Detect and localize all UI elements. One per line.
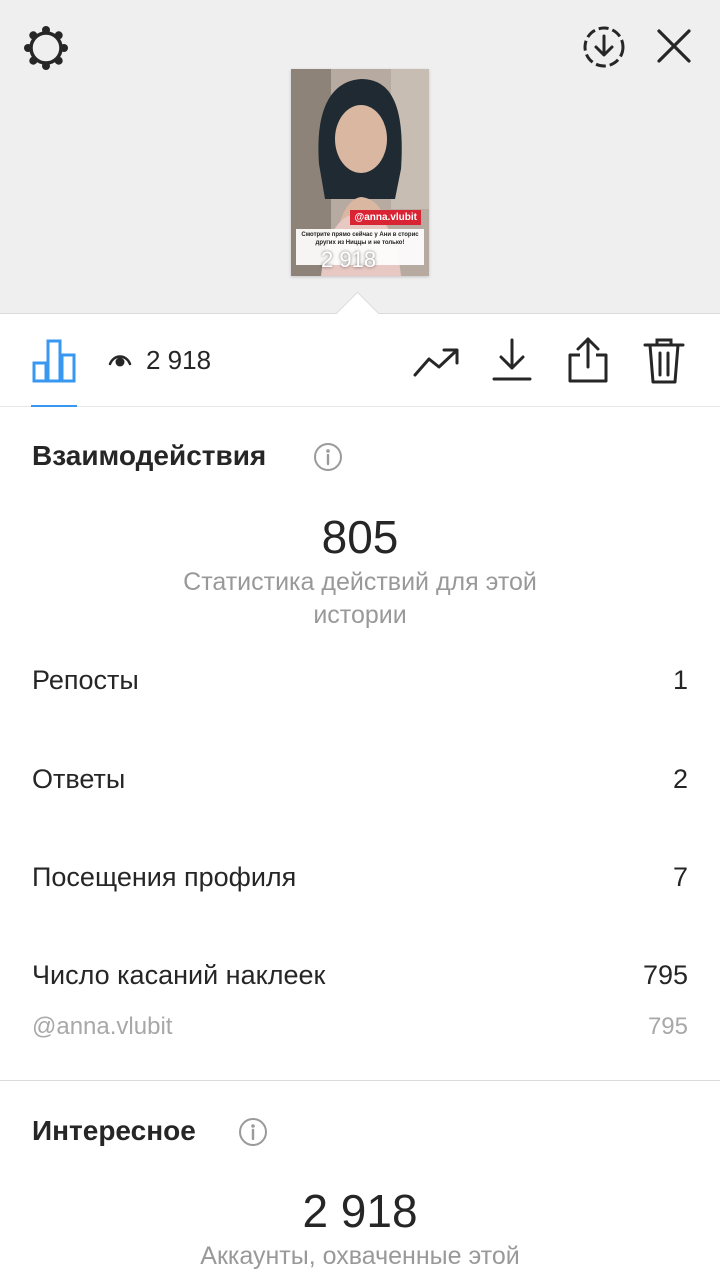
discovery-subtitle: Аккаунты, охваченные этой — [200, 1242, 520, 1270]
info-icon[interactable] — [313, 442, 343, 472]
discovery-total: 2 918 — [302, 1185, 418, 1237]
story-toolbar: 2 918 — [0, 313, 720, 407]
sticker-mention-tag: @anna.vlubit — [350, 210, 421, 225]
stat-label: Репосты — [32, 665, 139, 695]
stat-value: 2 — [672, 764, 688, 794]
trending-icon[interactable] — [412, 345, 460, 379]
download-circle-icon[interactable] — [581, 24, 627, 70]
share-icon[interactable] — [566, 335, 610, 385]
section-divider — [0, 1080, 720, 1081]
interactions-total: 805 — [321, 511, 399, 563]
settings-gear-icon[interactable] — [22, 24, 70, 72]
stat-value: 1 — [672, 665, 688, 695]
stat-label: Ответы — [32, 764, 126, 794]
info-icon[interactable] — [238, 1117, 268, 1147]
eye-icon — [108, 355, 132, 367]
stat-label: @anna.vlubit — [32, 1013, 173, 1040]
views-count: 2 918 — [146, 344, 212, 375]
bar-chart-icon[interactable] — [31, 337, 77, 383]
story-preview-area: @anna.vlubit Смотрите прямо сейчас у Ани… — [0, 0, 720, 314]
trash-icon[interactable] — [642, 337, 686, 385]
stat-value: 795 — [647, 1013, 688, 1040]
thumbnail-views: 2 918 — [321, 247, 376, 273]
discovery-title: Интересное — [32, 1115, 196, 1146]
insights-tab-indicator — [31, 405, 77, 407]
stat-row-replies: Ответы 2 — [32, 764, 688, 795]
thumbnail-views-count: 2 918 — [321, 247, 377, 272]
close-icon[interactable] — [654, 26, 694, 66]
story-thumbnail[interactable]: @anna.vlubit Смотрите прямо сейчас у Ани… — [291, 69, 429, 276]
views-counter: 2 918 — [108, 343, 211, 377]
stat-row-reposts: Репосты 1 — [32, 665, 688, 696]
stat-row-profile-visits: Посещения профиля 7 — [32, 862, 688, 893]
download-icon[interactable] — [491, 337, 533, 383]
stat-row-sticker-detail: @anna.vlubit 795 — [32, 1013, 688, 1041]
stat-value: 795 — [642, 960, 688, 990]
stat-label: Посещения профиля — [32, 862, 297, 892]
interactions-subtitle: Статистика действий для этой истории — [183, 568, 537, 629]
stat-label: Число касаний наклеек — [32, 960, 326, 990]
stat-row-sticker-taps: Число касаний наклеек 795 — [32, 960, 688, 991]
interactions-title: Взаимодействия — [32, 440, 267, 471]
stat-value: 7 — [672, 862, 688, 892]
